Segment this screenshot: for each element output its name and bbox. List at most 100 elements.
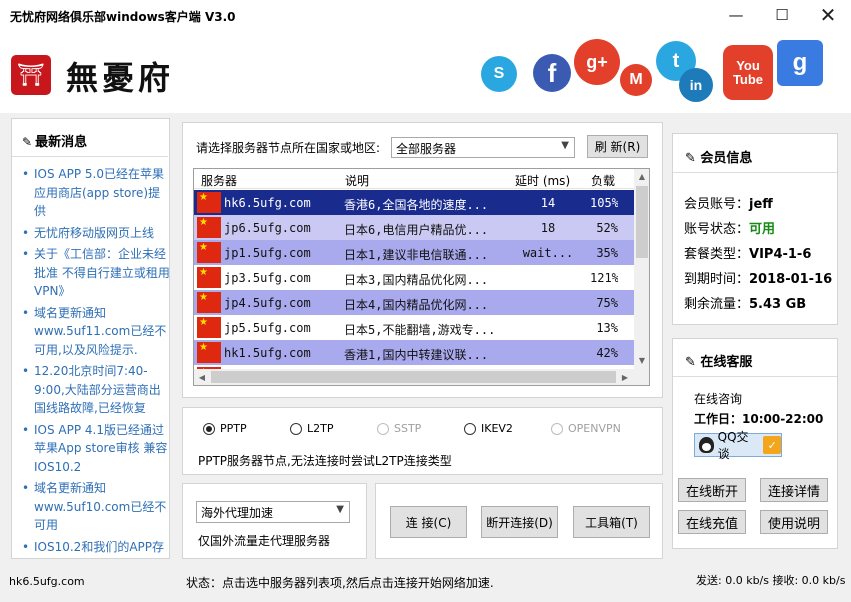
member-field-label: 会员账号： — [684, 197, 750, 212]
protocol-radio-l2tp[interactable]: L2TP — [290, 422, 333, 435]
google-plus-icon: g+ — [574, 39, 620, 85]
radio-indicator — [377, 422, 389, 435]
server-list[interactable]: 服务器 说明 延时 (ms) 负载 hk6.5ufg.com 香港6,全国各地的速… — [193, 168, 650, 386]
server-load: 42% — [596, 346, 618, 360]
news-item[interactable]: IOS APP 5.0已经在苹果应用商店(app store)提供 — [22, 165, 170, 221]
news-item[interactable]: IOS APP 4.1版已经通过苹果App store审核 兼容IOS10.2 — [22, 421, 170, 477]
qq-chat-button[interactable]: QQ交谈 ✓ — [694, 430, 782, 461]
radio-indicator — [290, 422, 302, 435]
protocol-radio-sstp: SSTP — [377, 422, 421, 435]
user-guide-button[interactable]: 使用说明 — [760, 510, 828, 534]
table-row[interactable]: jp5.5ufg.com 日本5,不能翻墙,游戏专... 13% — [194, 315, 634, 340]
check-icon: ✓ — [763, 436, 781, 454]
protocol-label: OPENVPN — [568, 422, 621, 435]
close-button[interactable]: ✕ — [805, 0, 851, 30]
column-header-load[interactable]: 负载 — [591, 172, 615, 189]
connect-button[interactable]: 连 接(C) — [390, 506, 467, 538]
member-field-label: 账号状态： — [684, 222, 750, 237]
radio-indicator — [551, 422, 563, 435]
column-header-desc[interactable]: 说明 — [345, 172, 369, 189]
connection-details-button[interactable]: 连接详情 — [760, 478, 828, 502]
member-field: 会员账号：jeff — [684, 193, 773, 212]
online-disconnect-button[interactable]: 在线断开 — [678, 478, 746, 502]
maximize-button[interactable]: ☐ — [759, 0, 805, 30]
table-row[interactable]: jp4.5ufg.com 日本4,国内精品优化网... 75% — [194, 290, 634, 315]
proxy-mode-select[interactable]: 海外代理加速 ▼ — [196, 501, 350, 523]
news-item[interactable]: 域名更新通知www.5uf10.com已经不可用 — [22, 479, 170, 535]
protocol-hint: PPTP服务器节点,无法连接时尝试L2TP连接类型 — [198, 454, 452, 468]
hscroll-thumb[interactable] — [211, 371, 616, 383]
member-field-value: 5.43 GB — [749, 297, 807, 312]
protocol-label: SSTP — [394, 422, 422, 435]
edit-icon: ✎ — [685, 151, 701, 166]
member-field-label: 套餐类型： — [684, 247, 750, 262]
table-row[interactable]: jp6.5ufg.com 日本6,电信用户精品优... 18 52% — [194, 215, 634, 240]
protocol-radio-pptp[interactable]: PPTP — [203, 422, 247, 435]
china-flag-icon — [197, 217, 221, 238]
scroll-down-icon[interactable]: ▼ — [634, 353, 649, 369]
server-desc: 香港6,全国各地的速度... — [344, 198, 489, 212]
news-title: 最新消息 — [35, 135, 88, 150]
member-field-value: jeff — [749, 197, 773, 212]
toolbox-button[interactable]: 工具箱(T) — [573, 506, 650, 538]
google-icon: g — [777, 40, 823, 86]
youtube-icon: You Tube — [723, 45, 773, 100]
proxy-mode-label: 仅国外流量走代理服务器 — [198, 534, 331, 548]
title-bar: 无忧府网络俱乐部windows客户端 V3.0 — ☐ ✕ — [0, 0, 851, 31]
server-load: 121% — [590, 271, 618, 285]
chevron-down-icon: ▼ — [336, 504, 344, 515]
table-row[interactable]: jp1.5ufg.com 日本1,建议非电信联通... wait... 35% — [194, 240, 634, 265]
vertical-scrollbar[interactable]: ▲ ▼ — [634, 169, 649, 369]
minimize-button[interactable]: — — [713, 0, 759, 30]
protocol-radio-ikev2[interactable]: IKEV2 — [464, 422, 513, 435]
server-latency: 14 — [540, 196, 556, 210]
disconnect-button[interactable]: 断开连接(D) — [481, 506, 558, 538]
support-heading: ✎ 在线客服 — [685, 351, 752, 370]
server-latency: wait... — [522, 246, 574, 260]
column-header-server[interactable]: 服务器 — [201, 172, 237, 189]
scroll-right-icon[interactable]: ▶ — [617, 369, 633, 385]
china-flag-icon — [197, 292, 221, 313]
edit-icon: ✎ — [685, 355, 701, 370]
server-desc: 香港1,国内中转建议联... — [344, 348, 489, 362]
news-item[interactable]: 域名更新通知www.5uf11.com已经不可用,以及风险提示. — [22, 304, 170, 360]
horizontal-scrollbar[interactable]: ◀ ▶ — [194, 369, 649, 385]
member-field: 到期时间：2018-01-16 — [684, 268, 832, 287]
server-desc: 日本5,不能翻墙,游戏专... — [344, 323, 496, 337]
region-select[interactable]: 全部服务器 ▼ — [391, 137, 575, 158]
news-item[interactable]: IOS10.2和我们的APP存在兼容问题 — [22, 538, 170, 558]
region-select-value: 全部服务器 — [396, 142, 457, 156]
server-latency: 18 — [540, 221, 556, 235]
server-host: hk1.5ufg.com — [224, 346, 311, 360]
skype-icon: S — [481, 56, 517, 92]
pavilion-icon: ⛩ — [11, 55, 51, 95]
news-item[interactable]: 无忧府移动版网页上线 — [22, 224, 170, 243]
logo-text: 無憂府 — [66, 59, 175, 97]
scroll-thumb[interactable] — [636, 186, 648, 258]
server-load: 75% — [596, 296, 618, 310]
chevron-down-icon: ▼ — [561, 140, 569, 151]
support-title: 在线客服 — [700, 355, 753, 370]
china-flag-icon — [197, 192, 221, 213]
column-header-latency[interactable]: 延时 (ms) — [515, 172, 570, 189]
server-host: jp5.5ufg.com — [224, 321, 311, 335]
member-field: 账号状态：可用 — [684, 218, 775, 237]
scroll-left-icon[interactable]: ◀ — [194, 369, 210, 385]
member-field: 剩余流量：5.43 GB — [684, 293, 806, 312]
server-load: 52% — [596, 221, 618, 235]
divider — [673, 376, 837, 377]
divider — [673, 172, 837, 173]
table-row[interactable]: jp3.5ufg.com 日本3,国内精品优化网... 121% — [194, 265, 634, 290]
server-load: 13% — [596, 321, 618, 335]
china-flag-icon — [197, 242, 221, 263]
scroll-up-icon[interactable]: ▲ — [634, 169, 649, 185]
consult-label: 在线咨询 — [694, 392, 743, 406]
table-row[interactable]: hk1.5ufg.com 香港1,国内中转建议联... 42% — [194, 340, 634, 365]
table-row[interactable]: hk6.5ufg.com 香港6,全国各地的速度... 14 105% — [194, 190, 634, 215]
news-item[interactable]: 12.20北京时间7:40-9:00,大陆部分运营商出国线路故障,已经恢复 — [22, 362, 170, 418]
refresh-button[interactable]: 刷 新(R) — [587, 135, 648, 158]
online-recharge-button[interactable]: 在线充值 — [678, 510, 746, 534]
server-host: jp1.5ufg.com — [224, 246, 311, 260]
news-item[interactable]: 关于《工信部：企业未经批准 不得自行建立或租用VPN》 — [22, 245, 170, 301]
gmail-icon: M — [620, 64, 652, 96]
